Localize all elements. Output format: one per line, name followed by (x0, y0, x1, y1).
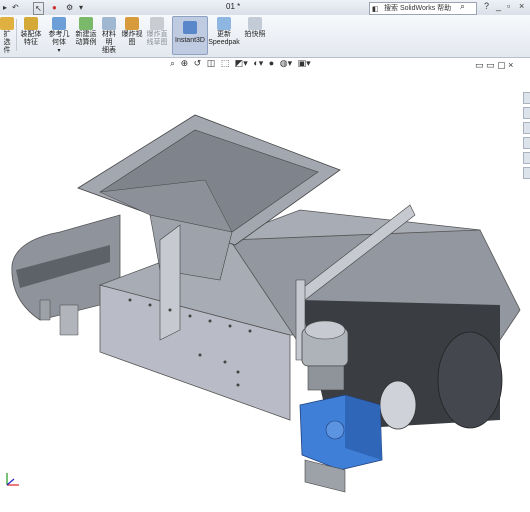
coordinate-triad-icon (4, 470, 22, 488)
ribbon-label: 线草图 (146, 39, 168, 46)
search-placeholder: 搜索 SolidWorks 帮助 (384, 5, 452, 12)
close-view-icon[interactable]: × (508, 60, 513, 70)
edit-appearance-icon[interactable]: ● (269, 58, 274, 68)
close-icon[interactable]: × (519, 1, 524, 11)
ribbon-label: 动算例 (75, 39, 97, 46)
take-snapshot-button[interactable]: 拍快照 (242, 17, 268, 39)
ribbon-button-extend[interactable]: 扩 选 件 (0, 17, 14, 55)
window-tools: ▭ ▭ ▢ × (475, 60, 513, 71)
motor-fan-cover (304, 320, 346, 340)
select-icon[interactable]: ↖ (33, 2, 44, 15)
instant3d-button[interactable]: Instant3D (172, 16, 208, 55)
maximize-view-icon[interactable]: ▢ (497, 60, 506, 70)
ribbon-label: 件 (3, 47, 11, 54)
zoom-area-icon[interactable]: ⊕ (181, 58, 189, 69)
reference-geometry-icon (52, 17, 66, 30)
ribbon-label: 特征 (24, 39, 38, 46)
bearing-housing (379, 380, 417, 430)
ribbon-label: 扩 (3, 31, 11, 38)
previous-view-icon[interactable]: ↺ (194, 58, 202, 69)
ribbon-label: 爆炸视 (121, 31, 143, 38)
rebuild-icon[interactable]: ● (52, 2, 57, 13)
tile-icon[interactable]: ▭ (475, 60, 484, 70)
help-icon[interactable]: ? (484, 1, 489, 11)
motor-flange (307, 365, 345, 391)
ribbon-label: 细表 (102, 47, 116, 54)
ribbon-label: 新建运 (75, 31, 97, 38)
support-leg (39, 299, 51, 321)
speedpak-icon (217, 17, 231, 30)
ribbon-label: Speedpak (208, 39, 240, 46)
ribbon-label: 选 (3, 39, 11, 46)
ribbon-label: 材料明 (102, 31, 116, 46)
bom-button[interactable]: 材料明 细表 (99, 17, 119, 55)
camera-icon (248, 17, 262, 30)
reference-geometry-button[interactable]: 参考几 何体 ▾ (46, 17, 72, 55)
conveyor-model[interactable] (0, 72, 530, 510)
view-toolbar: ⌕ ⊕ ↺ ◫ ⬚ ◩▾ ◐▾ ● ◍▾ ▣▾ (170, 58, 314, 70)
minimize-icon[interactable]: _ (496, 1, 501, 11)
assembly-features-icon (24, 17, 38, 30)
explode-line-sketch-button[interactable]: 爆炸直 线草图 (144, 17, 170, 47)
gearbox-shaft-cover (325, 420, 345, 440)
ribbon-label: 装配体 (20, 31, 42, 38)
graphics-area[interactable] (0, 72, 530, 510)
command-manager: 扩 选 件 装配体 特征 参考几 何体 ▾ 新建运 动算例 材料明 细表 爆炸视… (0, 15, 530, 58)
head-pulley (437, 331, 503, 429)
ribbon-label: Instant3D (175, 37, 205, 44)
explode-line-icon (150, 17, 164, 30)
bom-icon (102, 17, 116, 30)
ribbon-label: 图 (128, 39, 136, 46)
search-icon[interactable]: ⌕ (460, 1, 465, 12)
customize-icon[interactable]: ▾ (79, 2, 83, 13)
section-view-icon[interactable]: ◫ (207, 58, 216, 69)
assembly-features-button[interactable]: 装配体 特征 (17, 17, 45, 47)
restore-view-icon[interactable]: ▭ (486, 60, 495, 70)
solidworks-search-icon: ◧ (372, 6, 379, 13)
new-motion-study-button[interactable]: 新建运 动算例 (73, 17, 99, 47)
view-orientation-icon[interactable]: ⬚ (221, 58, 230, 69)
options-icon[interactable]: ⚙ (66, 2, 73, 13)
ribbon-label: 拍快照 (244, 31, 266, 38)
ribbon-label: 何体 (52, 39, 66, 46)
restore-icon[interactable]: ▫ (507, 1, 510, 11)
support-bracket (59, 304, 79, 336)
dropdown-arrow-icon[interactable]: ▾ (46, 47, 72, 55)
exploded-view-icon (125, 17, 139, 30)
motion-study-icon (79, 17, 93, 30)
view-settings-icon[interactable]: ▣▾ (298, 58, 311, 69)
exploded-view-button[interactable]: 爆炸视 图 (121, 17, 143, 47)
ribbon-label: 爆炸直 (146, 31, 168, 38)
ribbon-label: 参考几 (48, 31, 70, 38)
display-style-icon[interactable]: ◩▾ (235, 58, 248, 69)
new-file-icon[interactable]: ▸ (3, 2, 7, 13)
component-icon (0, 17, 14, 30)
hide-show-icon[interactable]: ◐▾ (253, 58, 263, 69)
instant3d-icon (183, 21, 197, 34)
left-guide-plate (159, 224, 181, 341)
document-title: 01 * (226, 2, 241, 11)
title-bar: ▸ ↶ ↖ ● ⚙ ▾ 01 * ◧ 搜索 SolidWorks 帮助 ⌕ ? … (0, 0, 530, 16)
ribbon-label: 更新 (217, 31, 231, 38)
undo-icon[interactable]: ↶ (12, 2, 19, 13)
zoom-to-fit-icon[interactable]: ⌕ (170, 58, 175, 69)
apply-scene-icon[interactable]: ◍▾ (280, 58, 292, 69)
update-speedpak-button[interactable]: 更新 Speedpak (208, 17, 240, 47)
